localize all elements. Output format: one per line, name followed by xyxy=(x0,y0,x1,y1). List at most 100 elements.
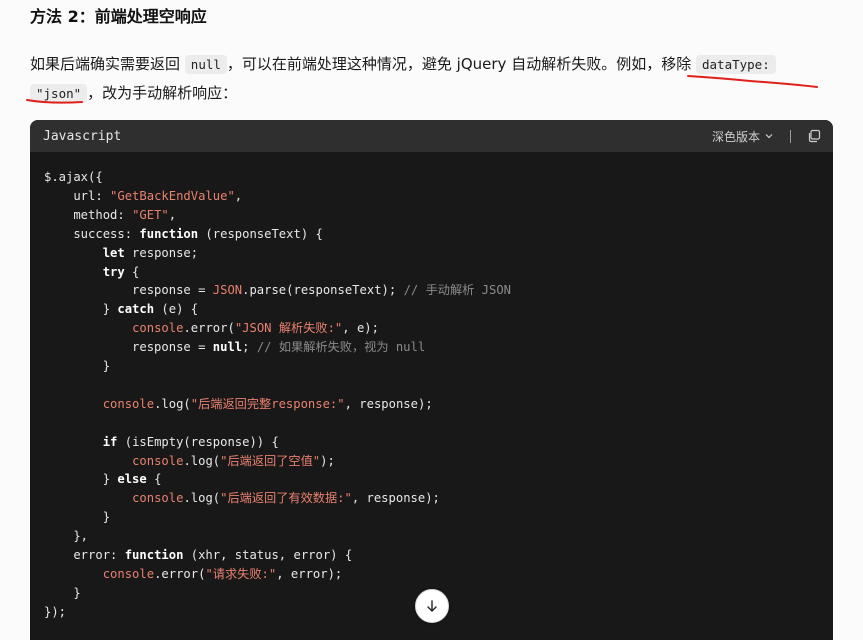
para-emphasis: 移除 xyxy=(661,55,692,73)
code-token: $.ajax({ xyxy=(44,170,103,184)
code-token: , response); xyxy=(351,491,440,506)
code-token: , xyxy=(168,207,177,222)
code-token: } xyxy=(44,510,111,525)
code-token: } xyxy=(44,472,118,487)
code-token: "JSON 解析失败:" xyxy=(234,321,343,336)
code-token: function xyxy=(124,548,184,563)
para-text-2: ，可以在前端处理这种情况，避免 jQuery 自动解析失败。例如， xyxy=(226,55,662,73)
inline-code-json: "json" xyxy=(30,84,88,103)
code-token: response; xyxy=(124,245,199,260)
code-language-label: Javascript xyxy=(43,128,122,144)
code-token: .error( xyxy=(154,567,206,581)
code-token: .error( xyxy=(183,321,235,336)
code-token: // 手动解析 JSON xyxy=(403,283,512,298)
code-token: "GET" xyxy=(132,207,169,222)
arrow-down-icon xyxy=(427,600,437,612)
code-line: response = JSON.parse(responseText); // … xyxy=(44,281,833,300)
code-line: response = null; // 如果解析失败，视为 null xyxy=(44,338,833,357)
code-token: method: xyxy=(44,207,133,222)
code-token: success: xyxy=(44,226,140,241)
inline-code-datatype: dataType: xyxy=(696,55,776,74)
code-token: .parse(responseText); xyxy=(242,283,404,298)
code-block-header: Javascript 深色版本 xyxy=(30,120,833,152)
theme-button-label: 深色版本 xyxy=(711,129,760,144)
code-line: error: function (xhr, status, error) { xyxy=(44,546,833,565)
code-token: console xyxy=(102,396,155,411)
inline-code-null: null xyxy=(184,55,227,74)
code-token: }, xyxy=(44,529,89,544)
code-token: response = xyxy=(44,340,213,355)
code-line: console.log("后端返回了有效数据:", response); xyxy=(44,489,833,508)
code-token: catch xyxy=(117,302,155,317)
theme-toggle-button[interactable]: 深色版本 xyxy=(712,128,774,145)
code-token: (isEmpty(response)) { xyxy=(117,434,279,449)
code-line: method: "GET", xyxy=(44,206,833,225)
code-token: if xyxy=(102,434,118,449)
code-line: }, xyxy=(44,527,833,546)
code-line: url: "GetBackEndValue", xyxy=(44,187,833,206)
code-content: $.ajax({ url: "GetBackEndValue", method:… xyxy=(30,152,833,622)
code-token: function xyxy=(139,226,199,241)
code-token: { xyxy=(124,264,140,279)
code-token: .log( xyxy=(183,453,221,468)
code-token: console xyxy=(132,321,184,336)
code-token: (responseText) { xyxy=(198,226,323,241)
code-token: console xyxy=(102,567,155,581)
explanation-paragraph: 如果后端确实需要返回 null ，可以在前端处理这种情况，避免 jQuery 自动… xyxy=(30,50,830,108)
code-token: url: xyxy=(44,188,111,203)
code-token: error: xyxy=(44,548,125,563)
code-token: } xyxy=(44,302,118,317)
code-line: if (isEmpty(response)) { xyxy=(44,433,833,452)
code-token: JSON xyxy=(212,283,243,298)
code-line: console.error("JSON 解析失败:", e); xyxy=(44,319,833,338)
code-token: .log( xyxy=(183,491,221,506)
code-token: ); xyxy=(320,453,335,468)
code-token: else xyxy=(117,472,147,487)
code-token: "后端返回了有效数据:" xyxy=(220,491,352,506)
code-line: console.log("后端返回完整response:", response)… xyxy=(44,395,833,414)
code-token: console xyxy=(132,453,184,468)
chevron-down-icon xyxy=(765,134,773,139)
code-token: } xyxy=(44,359,111,374)
code-token: }); xyxy=(44,604,67,619)
header-divider xyxy=(790,129,791,143)
code-token: "GetBackEndValue" xyxy=(110,188,235,203)
section-heading: 方法 2：前端处理空响应 xyxy=(30,7,207,26)
code-token: "请求失败:" xyxy=(205,567,277,581)
code-token: let xyxy=(102,245,125,260)
code-line: success: function (responseText) { xyxy=(44,225,833,244)
code-line: let response; xyxy=(44,244,833,263)
code-token: .log( xyxy=(154,396,191,411)
code-token: (xhr, status, error) { xyxy=(183,548,353,563)
code-token: // 如果解析失败，视为 null xyxy=(256,340,426,355)
code-token: , response); xyxy=(344,396,433,411)
code-block: Javascript 深色版本 $.ajax({ url: "GetBackEn… xyxy=(30,120,833,640)
code-token: , error); xyxy=(276,567,343,581)
para-text-1: 如果后端确实需要返回 xyxy=(30,55,181,73)
copy-icon[interactable] xyxy=(807,129,821,143)
code-line: } catch (e) { xyxy=(44,300,833,319)
code-token: , xyxy=(234,188,243,203)
code-line: console.error("请求失败:", error); xyxy=(44,565,833,584)
code-token: { xyxy=(146,472,162,487)
code-line: $.ajax({ xyxy=(44,168,833,187)
code-token: "后端返回完整response:" xyxy=(190,396,345,411)
code-line: } else { xyxy=(44,470,833,489)
code-token: ; xyxy=(242,340,257,355)
code-token: (e) { xyxy=(154,302,199,317)
code-token: , e); xyxy=(342,321,379,336)
code-token: console xyxy=(132,491,184,506)
scroll-down-button[interactable] xyxy=(415,589,449,623)
para-text-3: ，改为手动解析响应： xyxy=(87,84,238,102)
code-token: response = xyxy=(44,283,213,298)
code-line: try { xyxy=(44,263,833,282)
